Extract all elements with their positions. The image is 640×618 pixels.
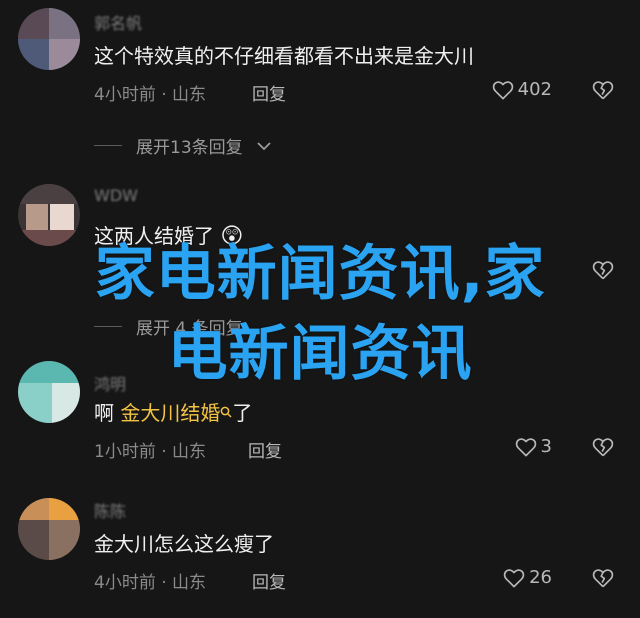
avatar-pixel xyxy=(49,498,80,520)
comment-time: 1小时前 xyxy=(94,442,156,462)
watermark-line-1: 家电新闻资讯,家 xyxy=(94,239,546,309)
comment-text-suffix: 了 xyxy=(232,401,253,425)
heart-icon xyxy=(503,568,525,588)
like-button[interactable]: 3 xyxy=(515,436,552,457)
broken-heart-icon xyxy=(592,568,614,588)
avatar-pixel xyxy=(49,39,80,70)
dislike-button[interactable] xyxy=(592,80,614,100)
broken-heart-icon xyxy=(592,80,614,100)
username[interactable]: WDW xyxy=(94,186,138,205)
meta-separator: · xyxy=(161,573,173,593)
avatar-pixel xyxy=(18,39,49,70)
search-icon[interactable] xyxy=(220,399,232,423)
search-link[interactable]: 金大川结婚 xyxy=(120,401,220,425)
comment-location: 山东 xyxy=(172,573,207,593)
comment-meta: 4小时前 · 山东 xyxy=(94,568,206,593)
avatar-pixel xyxy=(18,184,80,204)
avatar-pixel xyxy=(18,498,49,520)
comment-time: 4小时前 xyxy=(94,85,156,105)
reply-button[interactable]: 回复 xyxy=(252,80,286,105)
comment-text-prefix: 啊 xyxy=(94,401,121,425)
like-button[interactable]: 402 xyxy=(492,79,552,100)
expand-replies-label: 展开13条回复 xyxy=(136,138,243,158)
like-count: 402 xyxy=(517,79,552,100)
dislike-button[interactable] xyxy=(592,568,614,588)
heart-icon xyxy=(515,437,537,457)
avatar[interactable] xyxy=(18,184,80,246)
comment-item: 郭名帆 这个特效真的不仔细看都看不出来是金大川 4小时前 · 山东 回复 402 xyxy=(0,0,640,120)
chevron-down-icon xyxy=(257,136,271,156)
like-count: 3 xyxy=(540,436,552,457)
dislike-button[interactable] xyxy=(592,437,614,457)
heart-icon xyxy=(492,80,514,100)
expand-replies-button[interactable]: 展开13条回复 xyxy=(94,133,271,158)
avatar-pixel xyxy=(49,8,80,39)
username[interactable]: 陈陈 xyxy=(94,498,126,522)
avatar-pixel xyxy=(18,8,49,39)
like-count: 26 xyxy=(529,567,552,588)
avatar-pixel xyxy=(18,520,49,560)
comment-location: 山东 xyxy=(172,85,207,105)
comment-time: 4小时前 xyxy=(94,573,156,593)
divider xyxy=(94,145,122,146)
avatar[interactable] xyxy=(18,8,80,70)
comment-text: 啊 金大川结婚 了 xyxy=(94,397,252,426)
avatar[interactable] xyxy=(18,498,80,560)
comment-item: 陈陈 金大川怎么这么瘦了 4小时前 · 山东 回复 26 xyxy=(0,492,640,612)
meta-separator: · xyxy=(161,442,173,462)
like-button[interactable]: 26 xyxy=(503,567,552,588)
comment-meta: 1小时前 · 山东 xyxy=(94,437,206,462)
reply-button[interactable]: 回复 xyxy=(252,568,286,593)
watermark-line-2: 电新闻资讯 xyxy=(167,319,473,389)
avatar-pixel xyxy=(49,520,80,560)
reply-button[interactable]: 回复 xyxy=(248,437,282,462)
comment-location: 山东 xyxy=(172,442,207,462)
comment-meta: 4小时前 · 山东 xyxy=(94,80,206,105)
username[interactable]: 郭名帆 xyxy=(94,10,142,34)
comment-text: 这个特效真的不仔细看都看不出来是金大川 xyxy=(94,44,474,68)
comment-text: 金大川怎么这么瘦了 xyxy=(94,532,274,556)
broken-heart-icon xyxy=(592,437,614,457)
meta-separator: · xyxy=(161,85,173,105)
